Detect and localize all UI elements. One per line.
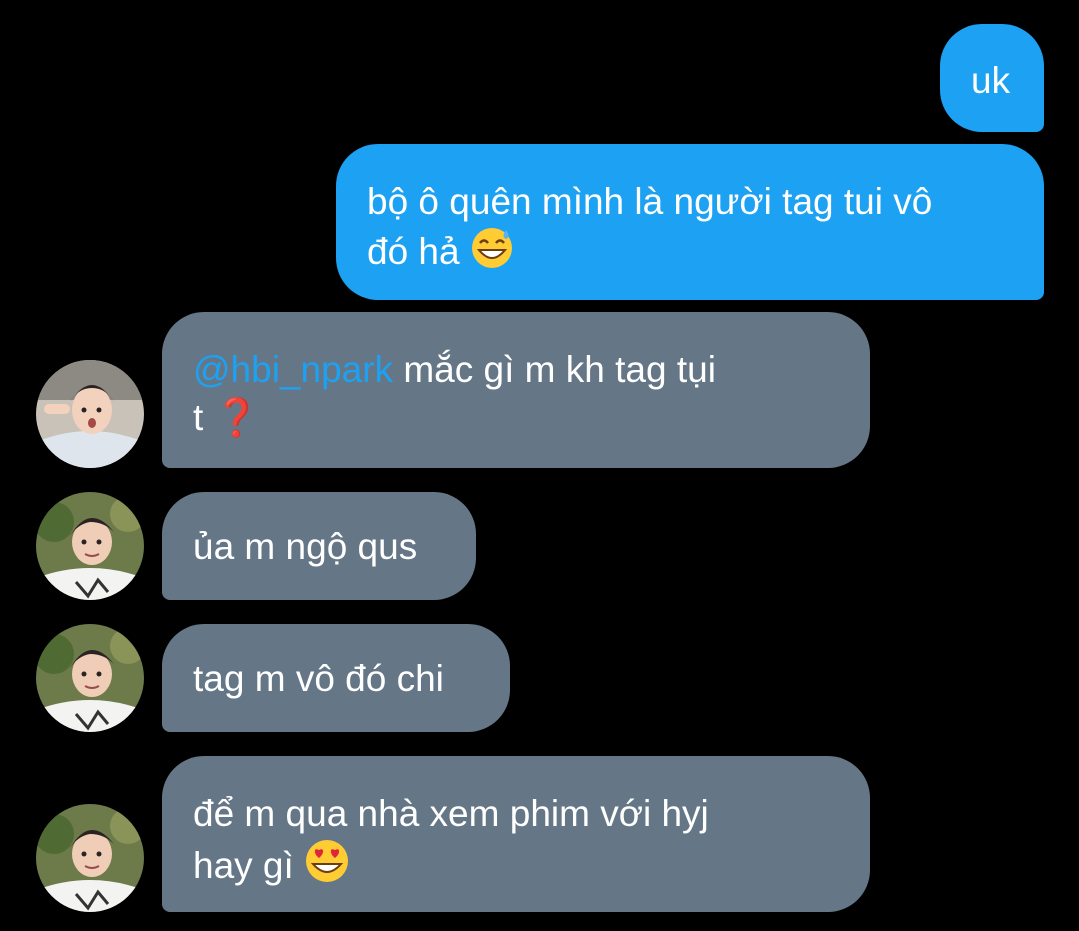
grinning-face-with-sweat-emoji bbox=[470, 226, 514, 282]
avatar[interactable] bbox=[36, 804, 144, 912]
avatar-photo-2-icon bbox=[36, 804, 144, 912]
mention-link[interactable]: @hbi_npark bbox=[193, 349, 393, 390]
message-text-line: t ❓ bbox=[193, 394, 870, 442]
message-text-line: đó hả bbox=[367, 226, 1044, 282]
message-text-line: @hbi_npark mắc gì m kh tag tụi bbox=[193, 346, 870, 394]
message-text: bộ ô quên mình là người tag tui vô bbox=[367, 181, 933, 222]
message-text-line: hay gì bbox=[193, 838, 870, 896]
red-question-mark-emoji: ❓ bbox=[213, 397, 260, 438]
avatar-photo-2-icon bbox=[36, 492, 144, 600]
smiling-face-with-heart-eyes-emoji bbox=[304, 838, 350, 896]
message-text: để m qua nhà xem phim với hyj bbox=[193, 793, 709, 834]
avatar[interactable] bbox=[36, 624, 144, 732]
avatar-photo-2-icon bbox=[36, 624, 144, 732]
message-text: đó hả bbox=[367, 231, 460, 272]
message-bubble-incoming[interactable]: để m qua nhà xem phim với hyj hay gì bbox=[162, 756, 870, 912]
message-bubble-outgoing[interactable]: uk bbox=[940, 24, 1044, 132]
message-text: ủa m ngộ qus bbox=[193, 526, 418, 567]
message-text: uk bbox=[971, 60, 1011, 101]
message-bubble-incoming[interactable]: @hbi_npark mắc gì m kh tag tụi t ❓ bbox=[162, 312, 870, 468]
avatar-photo-1-icon bbox=[36, 360, 144, 468]
message-text: mắc gì m kh tag tụi bbox=[393, 349, 716, 390]
message-text: t bbox=[193, 397, 204, 438]
message-text: tag m vô đó chi bbox=[193, 658, 444, 699]
message-bubble-outgoing[interactable]: bộ ô quên mình là người tag tui vô đó hả bbox=[336, 144, 1044, 300]
avatar[interactable] bbox=[36, 492, 144, 600]
message-bubble-incoming[interactable]: ủa m ngộ qus bbox=[162, 492, 476, 600]
avatar[interactable] bbox=[36, 360, 144, 468]
message-bubble-incoming[interactable]: tag m vô đó chi bbox=[162, 624, 510, 732]
message-text: hay gì bbox=[193, 845, 294, 886]
